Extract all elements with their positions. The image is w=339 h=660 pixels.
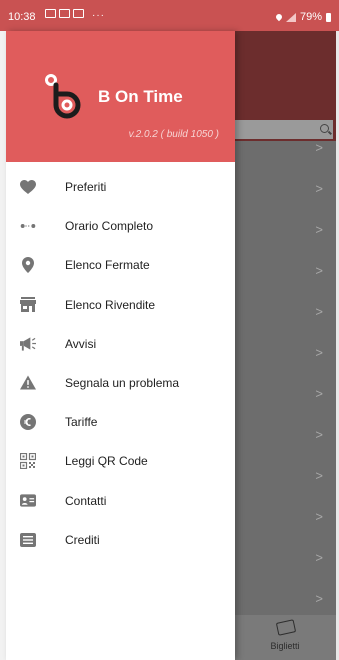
menu-item-label: Avvisi xyxy=(65,336,97,351)
notification-icons xyxy=(45,9,84,18)
megaphone-icon xyxy=(20,336,36,352)
menu-item-crediti[interactable]: Crediti xyxy=(6,521,235,560)
menu-item-avvisi[interactable]: Avvisi xyxy=(6,325,235,364)
menu-item-segnala-problema[interactable]: Segnala un problema xyxy=(6,364,235,403)
chevron-right-icon: > xyxy=(315,550,323,565)
menu-item-tariffe[interactable]: Tariffe xyxy=(6,403,235,442)
status-bar: 10:38 ··· 79% xyxy=(0,0,339,31)
background-header xyxy=(235,31,339,89)
menu-item-elenco-rivendite[interactable]: Elenco Rivendite xyxy=(6,286,235,325)
qr-code-icon xyxy=(20,453,36,470)
notification-icon xyxy=(73,9,84,18)
menu-item-label: Preferiti xyxy=(65,180,107,194)
location-pin-icon xyxy=(20,257,36,274)
menu-item-orario-completo[interactable]: Orario Completo xyxy=(6,207,235,246)
chevron-right-icon: > xyxy=(315,222,323,237)
tab-biglietti[interactable]: Biglietti xyxy=(235,615,339,660)
background-list-row: > xyxy=(235,168,339,208)
menu-item-contatti[interactable]: Contatti xyxy=(6,482,235,521)
menu-item-label: Segnala un problema xyxy=(65,375,180,390)
chevron-right-icon: > xyxy=(315,181,323,196)
chevron-right-icon: > xyxy=(315,468,323,483)
menu-item-preferiti[interactable]: Preferiti xyxy=(6,168,235,207)
drawer-menu: Preferiti Orario Completo Elenco Fermate… xyxy=(6,168,235,560)
menu-item-elenco-fermate[interactable]: Elenco Fermate xyxy=(6,246,235,285)
screen: 10:38 ··· 79% > > > > > > > > > > > > Bi… xyxy=(0,0,339,660)
heart-icon xyxy=(20,179,36,195)
store-icon xyxy=(20,297,36,313)
credits-list-icon xyxy=(20,532,36,548)
background-screen[interactable]: > > > > > > > > > > > > Biglietti xyxy=(235,31,339,660)
drawer-header: B On Time v.2.0.2 ( build 1050 ) xyxy=(6,31,235,162)
menu-item-label: Crediti xyxy=(65,532,100,547)
more-notifications: ··· xyxy=(92,10,105,21)
warning-icon xyxy=(20,375,36,391)
background-list-row: > xyxy=(235,414,339,454)
background-list-row: > xyxy=(235,209,339,249)
notification-icon xyxy=(45,9,56,18)
chevron-right-icon: > xyxy=(315,427,323,442)
menu-item-label: Leggi QR Code xyxy=(65,454,148,469)
menu-item-leggi-qr-code[interactable]: Leggi QR Code xyxy=(6,442,235,481)
status-right: 79% xyxy=(274,11,331,23)
ticket-icon xyxy=(275,619,297,636)
chevron-right-icon: > xyxy=(315,591,323,606)
navigation-drawer: B On Time v.2.0.2 ( build 1050 ) Preferi… xyxy=(6,31,235,660)
chevron-right-icon: > xyxy=(315,263,323,278)
chevron-right-icon: > xyxy=(315,386,323,401)
chevron-right-icon: > xyxy=(315,509,323,524)
background-list-row: > xyxy=(235,578,339,618)
signal-icon xyxy=(285,12,296,22)
chevron-right-icon: > xyxy=(315,304,323,319)
notification-icon xyxy=(59,9,70,18)
battery-icon xyxy=(326,12,331,22)
app-name: B On Time xyxy=(98,87,183,106)
menu-item-label: Contatti xyxy=(65,493,107,508)
contact-card-icon xyxy=(20,493,36,509)
background-list-row: > xyxy=(235,373,339,413)
route-dots-icon xyxy=(20,218,36,234)
background-list-row: > xyxy=(235,332,339,372)
battery-level: 79% xyxy=(299,11,322,23)
background-list-row: > xyxy=(235,455,339,495)
location-icon xyxy=(274,12,284,22)
chevron-right-icon: > xyxy=(315,345,323,360)
app-version: v.2.0.2 ( build 1050 ) xyxy=(128,129,219,140)
background-list-row: > xyxy=(235,127,339,167)
euro-coin-icon xyxy=(20,414,36,431)
b-on-time-logo-icon xyxy=(45,74,81,119)
background-list-row: > xyxy=(235,291,339,331)
chevron-right-icon: > xyxy=(315,140,323,155)
background-list-row: > xyxy=(235,496,339,536)
menu-item-label: Elenco Fermate xyxy=(65,258,150,273)
background-list-row: > xyxy=(235,250,339,290)
menu-item-label: Tariffe xyxy=(65,415,98,430)
tab-biglietti-label: Biglietti xyxy=(270,641,300,651)
status-time: 10:38 xyxy=(8,11,36,23)
menu-item-label: Elenco Rivendite xyxy=(65,297,156,312)
menu-item-label: Orario Completo xyxy=(65,219,154,234)
background-list-row: > xyxy=(235,537,339,577)
